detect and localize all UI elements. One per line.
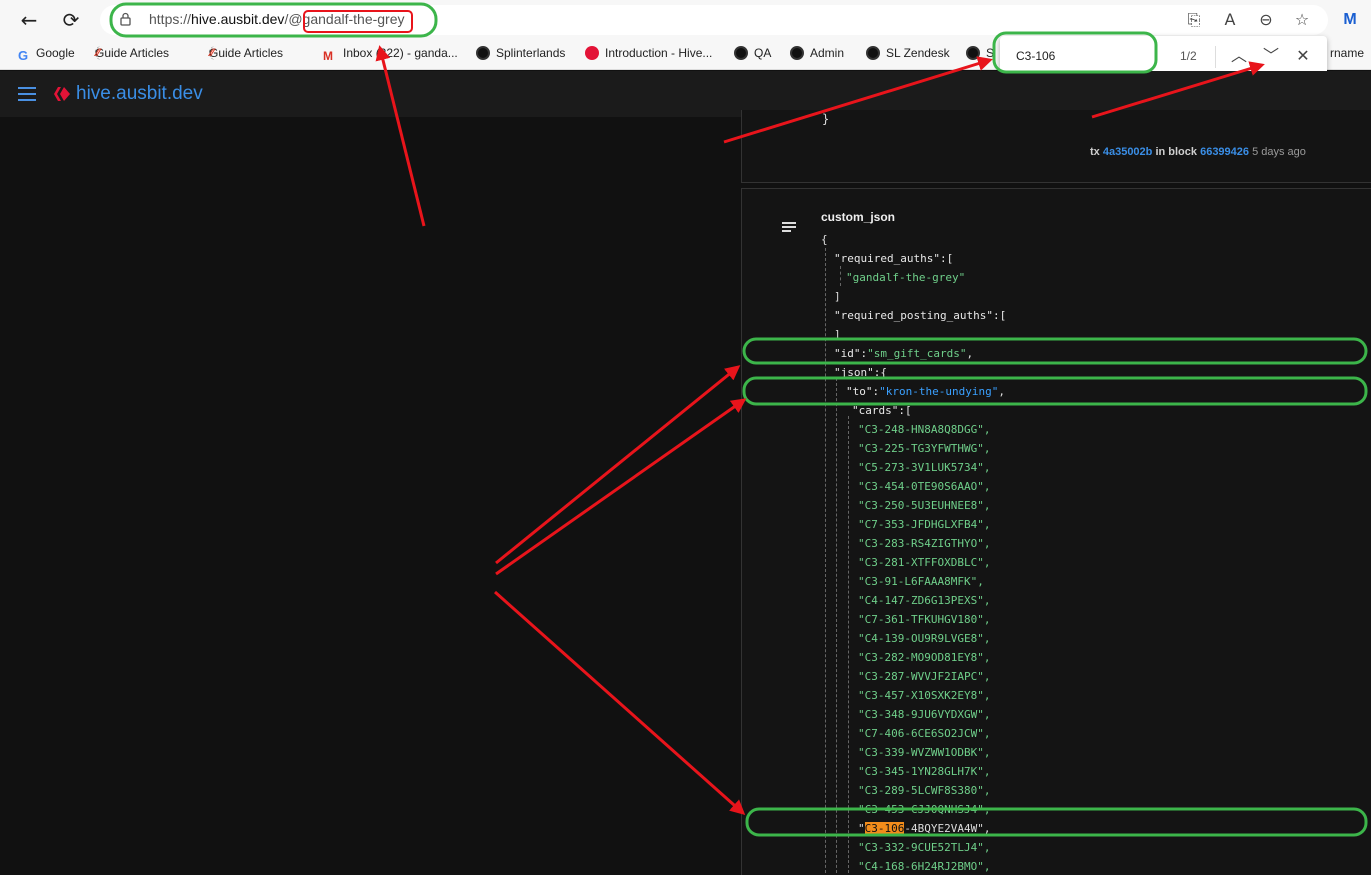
bookmark-item[interactable]: S <box>966 46 994 62</box>
json-card-line: "C3-348-9JU6VYDXGW", <box>858 708 991 721</box>
cards-list: "C3-248-HN8A8Q8DGG", "C3-225-TG3YFWTHWG",… <box>821 420 1006 819</box>
json-card-line: "C3-283-RS4ZIGTHYO", <box>858 537 991 550</box>
json-card-line: "C3-225-TG3YFWTHWG", <box>858 442 991 455</box>
back-arrow-icon[interactable]: ← <box>16 8 42 32</box>
profile-icon[interactable]: M <box>1340 10 1360 30</box>
json-to-line: "to":"kron-the-undying", <box>846 385 1005 398</box>
json-open-brace: { <box>821 233 828 246</box>
json-line: "required_posting_auths":[ <box>834 309 1007 322</box>
guide-icon: ⁄⁄ <box>95 46 109 60</box>
json-card-line: "C7-361-TFKUHGV180", <box>858 613 991 626</box>
json-card-line: "C3-91-L6FAAA8MFK", <box>858 575 984 588</box>
json-line: "cards":[ <box>852 404 912 417</box>
json-card-line: "C4-168-6H24RJ2BMO", <box>858 860 991 873</box>
read-aloud-icon[interactable]: A <box>1220 10 1240 30</box>
json-card-line: "C3-453-CJJ0QNHSJ4", <box>858 803 991 816</box>
json-card-line: "C3-332-9CUE52TLJ4", <box>858 841 991 854</box>
hive-icon <box>585 46 599 60</box>
json-card-line: "C3-248-HN8A8Q8DGG", <box>858 423 991 436</box>
json-card-line: "C3-289-5LCWF8S380", <box>858 784 991 797</box>
json-card-line: "C4-147-ZD6G13PEXS", <box>858 594 991 607</box>
favorites-star-icon[interactable]: ☆ <box>1292 10 1312 30</box>
json-card-line: "C3-250-5U3EUHNEE8", <box>858 499 991 512</box>
json-line: ] <box>834 290 841 303</box>
chevron-down-icon[interactable]: ﹀ <box>1260 44 1282 68</box>
guide-icon: ⁄⁄ <box>209 46 223 60</box>
page: ← ⟳ https://hive.ausbit.dev/@gandalf-the… <box>0 0 1371 875</box>
json-line: "json":{ <box>834 366 887 379</box>
red-arrow <box>495 365 741 565</box>
json-card-line: "C3-454-0TE90S6AAO", <box>858 480 991 493</box>
json-card-line: "C4-139-OU9R9LVGE8", <box>858 632 991 645</box>
bookmark-item[interactable]: Admin <box>790 46 844 62</box>
find-match-highlight: C3-106 <box>864 822 905 835</box>
lock-icon <box>120 12 131 26</box>
json-card-line: "C3-345-1YN28GLH7K", <box>858 765 991 778</box>
splinterlands-icon <box>476 46 490 60</box>
find-match-count: 1/2 <box>1180 49 1197 63</box>
json-card-line: "C3-282-MO9OD81EY8", <box>858 651 991 664</box>
json-card-line: "C5-273-3V1LUK5734", <box>858 461 991 474</box>
close-icon[interactable]: ✕ <box>1292 44 1314 68</box>
bookmark-item[interactable]: Introduction - Hive... <box>585 46 712 62</box>
bookmark-item[interactable]: QA <box>734 46 771 62</box>
operation-type: custom_json <box>821 210 896 224</box>
reload-icon[interactable]: ⟳ <box>58 8 84 32</box>
bookmark-item[interactable]: Splinterlands <box>476 46 565 62</box>
reader-view-icon[interactable]: ⎘ <box>1184 10 1204 30</box>
json-line: "gandalf-the-grey" <box>846 271 966 284</box>
cards-list: "C3-332-9CUE52TLJ4", "C4-168-6H24RJ2BMO", <box>821 838 1006 875</box>
json-closing-brace: } <box>822 112 830 126</box>
splinterlands-icon <box>966 46 980 60</box>
chevron-up-icon[interactable]: ︿ <box>1228 44 1250 68</box>
bookmark-item[interactable]: ⁄⁄ Guide Articles <box>95 46 169 62</box>
json-line: "required_auths":[ <box>834 252 954 265</box>
list-icon <box>782 222 796 232</box>
splinterlands-icon <box>866 46 880 60</box>
json-id-line: "id":"sm_gift_cards", <box>834 347 974 360</box>
red-arrow <box>495 398 747 576</box>
zoom-icon[interactable]: ⊖ <box>1256 10 1276 30</box>
json-card-line: "C7-353-JFDHGLXFB4", <box>858 518 991 531</box>
json-card-line: "C3-287-WVVJF2IAPC", <box>858 670 991 683</box>
url-account: gandalf-the-grey <box>302 11 405 27</box>
site-title[interactable]: hive.ausbit.dev <box>76 83 203 105</box>
json-card-line: "C3-339-WVZWW1ODBK", <box>858 746 991 759</box>
bookmark-item[interactable]: SL Zendesk <box>866 46 950 62</box>
json-card-highlighted-line: "C3-106-4BQYE2VA4W", <box>858 822 991 835</box>
google-icon: G <box>17 48 29 63</box>
bookmark-item[interactable]: M Inbox (222) - ganda... <box>323 46 458 63</box>
splinterlands-icon <box>734 46 748 60</box>
tx-info: tx 4a35002b in block 66399426 5 days ago <box>1090 146 1306 158</box>
hamburger-menu-icon[interactable] <box>18 87 36 101</box>
bookmark-item[interactable]: G Google <box>16 46 75 63</box>
find-input[interactable]: C3-106 <box>1016 49 1055 63</box>
json-card-line: "C3-281-XTFFOXDBLC", <box>858 556 991 569</box>
url-text[interactable]: https://hive.ausbit.dev/@gandalf-the-gre… <box>149 11 405 27</box>
json-card-line: "C7-406-6CE6SO2JCW", <box>858 727 991 740</box>
bookmark-item[interactable]: rname <box>1330 46 1364 62</box>
red-arrow <box>494 590 746 815</box>
hive-logo-icon <box>54 87 70 101</box>
block-link[interactable]: 66399426 <box>1200 146 1249 158</box>
splinterlands-icon <box>790 46 804 60</box>
json-line: ] <box>834 328 841 341</box>
tx-link[interactable]: 4a35002b <box>1103 146 1153 158</box>
bookmark-item[interactable]: ⁄⁄ Guide Articles <box>209 46 283 62</box>
json-body: { "required_auths":[ "gandalf-the-grey" … <box>821 230 1006 875</box>
json-card-line: "C3-457-X10SXK2EY8", <box>858 689 991 702</box>
find-divider <box>1215 46 1216 68</box>
gmail-icon: M <box>323 49 333 63</box>
